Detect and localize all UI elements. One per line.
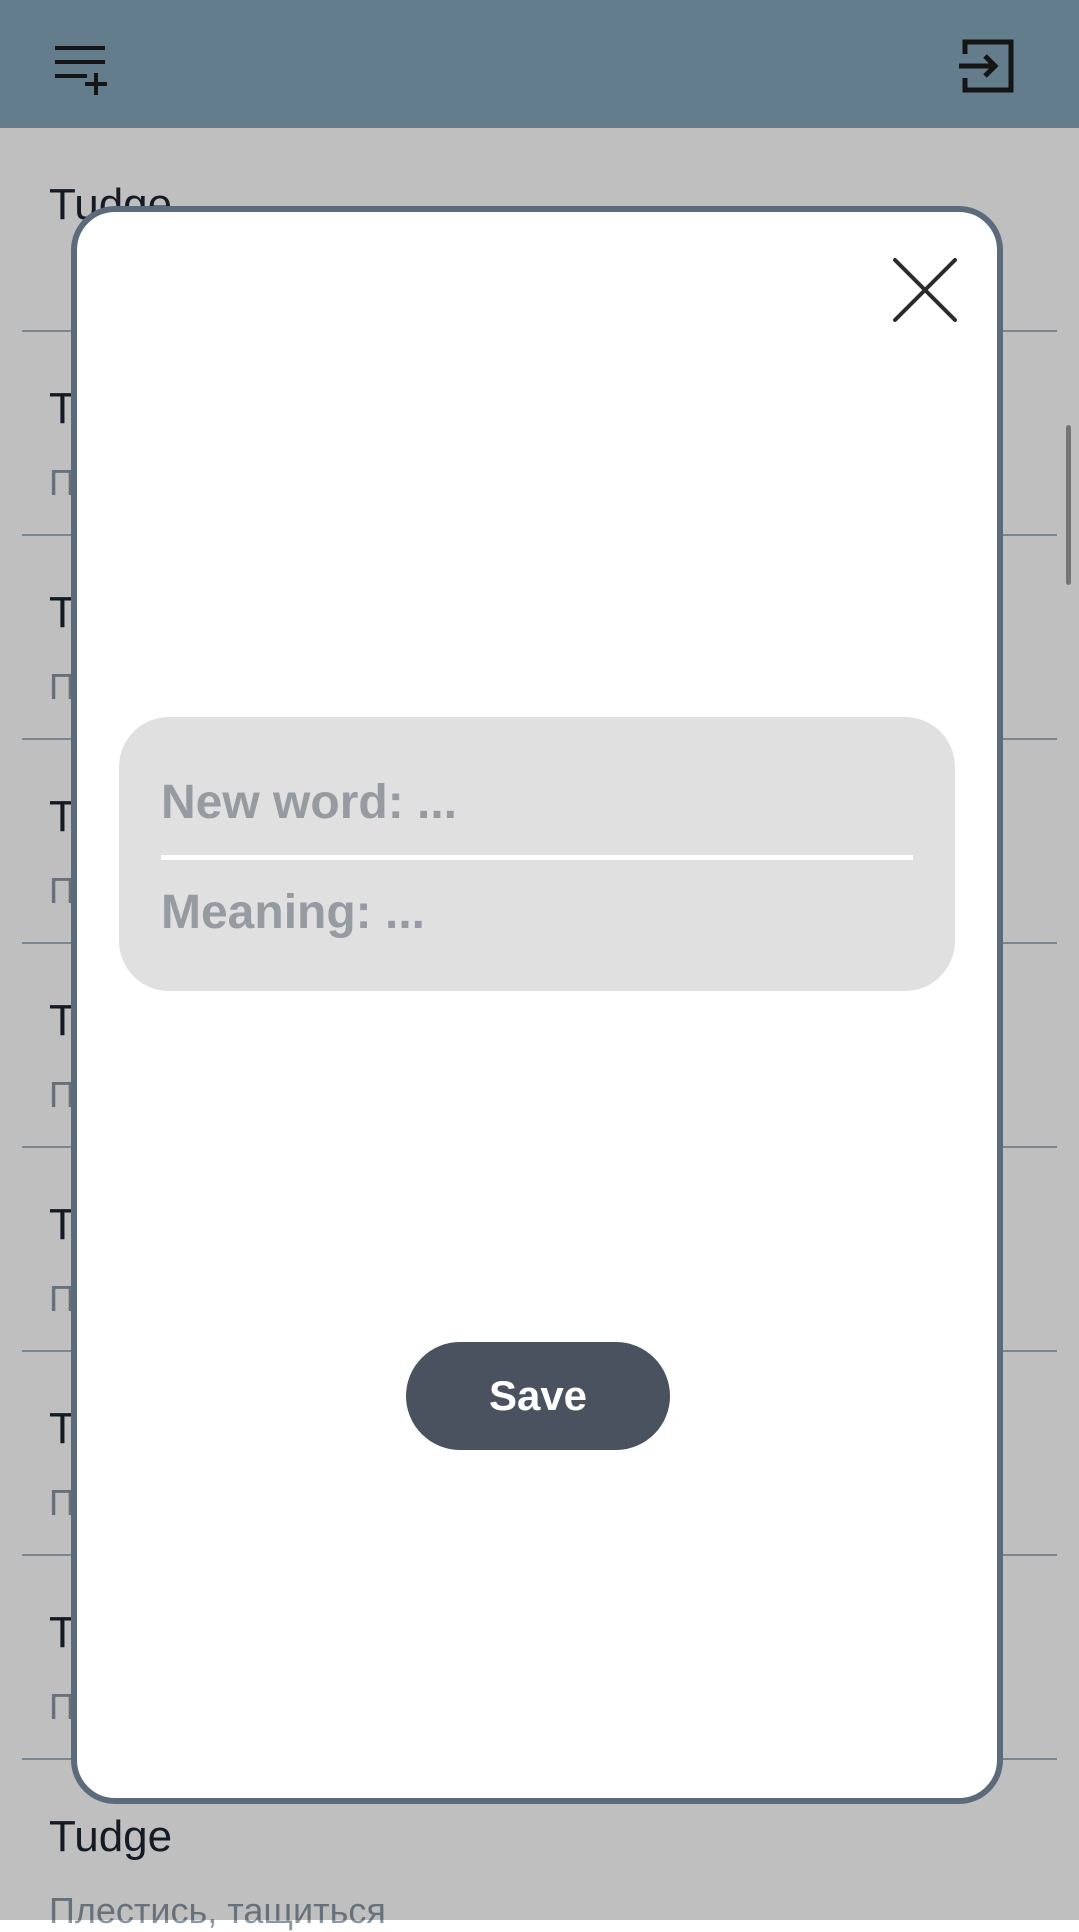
close-button[interactable] [885, 250, 965, 330]
word-form-card [119, 717, 955, 991]
meaning-input[interactable] [161, 877, 913, 947]
add-word-dialog: Save [71, 206, 1003, 1804]
save-button[interactable]: Save [406, 1342, 670, 1450]
new-word-input[interactable] [161, 767, 913, 837]
field-divider [161, 855, 913, 860]
close-icon [893, 258, 957, 322]
